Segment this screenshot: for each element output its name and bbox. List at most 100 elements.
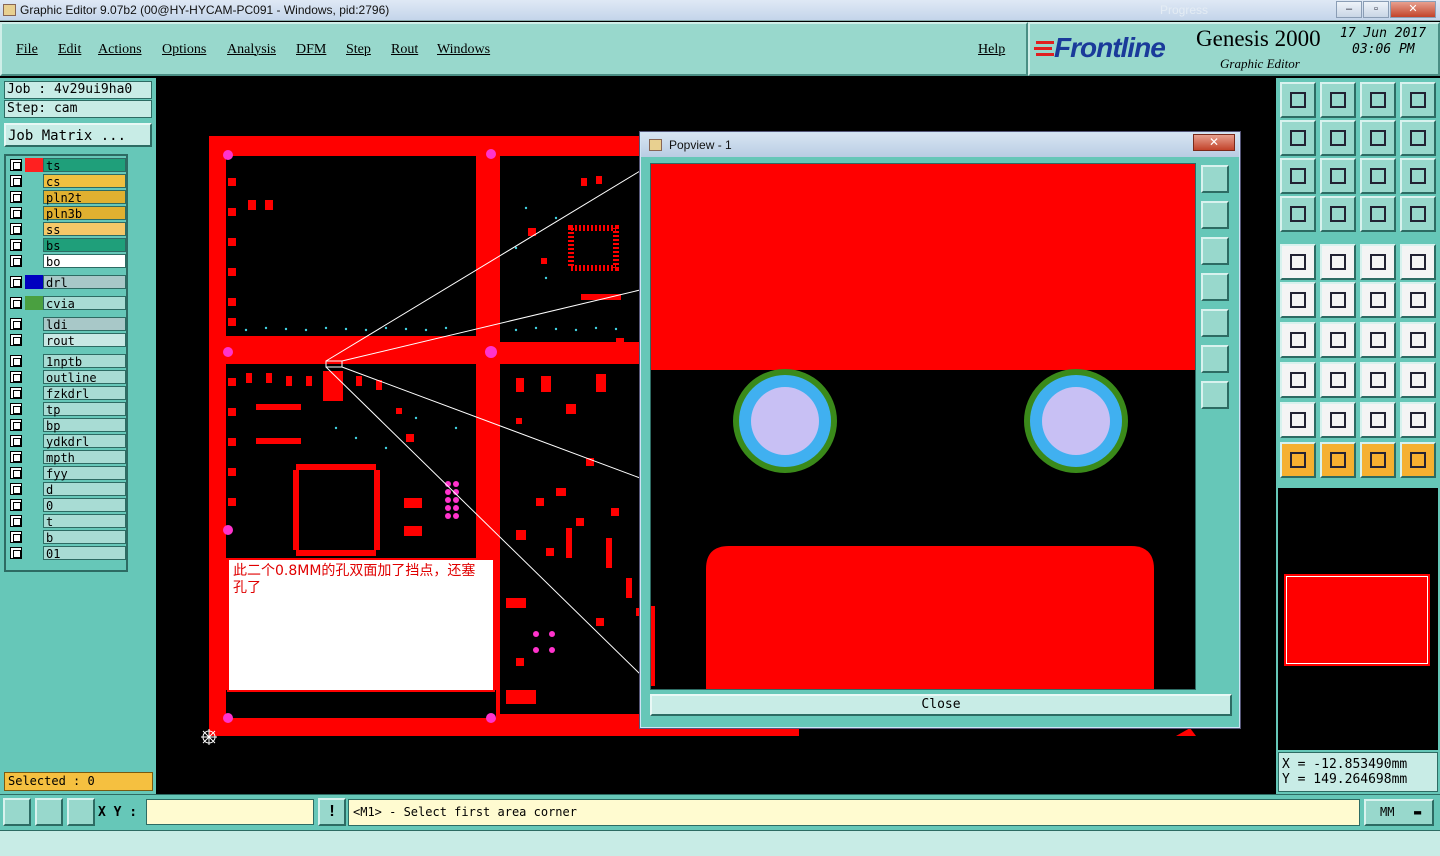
flip-icon[interactable] — [1360, 120, 1396, 156]
layer-row-01[interactable]: 01 — [8, 546, 126, 561]
layer-checkbox[interactable] — [10, 223, 22, 235]
popview-zoom-down-icon[interactable] — [1201, 237, 1229, 265]
ratio-1-2-icon[interactable] — [1360, 158, 1396, 194]
layer-checkbox[interactable] — [10, 467, 22, 479]
flip-h-icon[interactable] — [1320, 362, 1356, 398]
center-icon[interactable] — [1320, 158, 1356, 194]
layer-checkbox[interactable] — [10, 355, 22, 367]
layer-row-pln2t[interactable]: pln2t — [8, 190, 126, 205]
layer-row-ts[interactable]: ts — [8, 158, 126, 173]
menu-file[interactable]: File — [16, 42, 38, 58]
menu-windows[interactable]: Windows — [437, 42, 490, 58]
layer-checkbox[interactable] — [10, 318, 22, 330]
menu-dfm[interactable]: DFM — [296, 42, 326, 58]
pad-tool-icon[interactable] — [1280, 244, 1316, 280]
layer-checkbox[interactable] — [10, 276, 22, 288]
layer-row-0[interactable]: 0 — [8, 498, 126, 513]
angle-icon[interactable] — [1280, 322, 1316, 358]
layer-checkbox[interactable] — [10, 547, 22, 559]
layer-row-rout[interactable]: rout — [8, 333, 126, 348]
help-icon[interactable] — [1400, 158, 1436, 194]
layer-row-fzkdrl[interactable]: fzkdrl — [8, 386, 126, 401]
popview-fit-all-icon[interactable] — [1201, 381, 1229, 409]
menu-rout[interactable]: Rout — [391, 42, 418, 58]
select-icon[interactable] — [1280, 442, 1316, 478]
layer-row-outline[interactable]: outline — [8, 370, 126, 385]
snap-icon[interactable] — [3, 798, 31, 826]
layer-checkbox[interactable] — [10, 371, 22, 383]
layer-row-tp[interactable]: tp — [8, 402, 126, 417]
layer-checkbox[interactable] — [10, 499, 22, 511]
layer-row-bs[interactable]: bs — [8, 238, 126, 253]
layer-checkbox[interactable] — [10, 255, 22, 267]
select-path-icon[interactable] — [1400, 442, 1436, 478]
square-icon[interactable] — [1280, 362, 1316, 398]
window-title-bar[interactable]: Graphic Editor 9.07b2 (00@HY-HYCAM-PC091… — [0, 0, 1440, 21]
layer-row-cs[interactable]: cs — [8, 174, 126, 189]
layer-checkbox[interactable] — [10, 419, 22, 431]
arc-icon[interactable] — [1360, 322, 1396, 358]
layer-row-t[interactable]: t — [8, 514, 126, 529]
minimize-button[interactable]: – — [1336, 1, 1362, 18]
popview-close-x-button[interactable]: ✕ — [1193, 134, 1235, 151]
maximize-button[interactable]: ▫ — [1363, 1, 1389, 18]
select-circle-icon[interactable] — [1360, 442, 1396, 478]
xy-input[interactable] — [146, 799, 314, 825]
layer-row-mpth[interactable]: mpth — [8, 450, 126, 465]
menu-actions[interactable]: Actions — [98, 42, 142, 58]
text-f-icon[interactable] — [1400, 322, 1436, 358]
fit-icon[interactable] — [1280, 158, 1316, 194]
layer-row-cvia[interactable]: cvia — [8, 296, 126, 311]
dot-icon[interactable] — [1400, 244, 1436, 280]
layer-checkbox[interactable] — [10, 159, 22, 171]
a-icon[interactable] — [1360, 402, 1396, 438]
layer-row-drl[interactable]: drl — [8, 275, 126, 290]
zoom-in-icon[interactable] — [1320, 82, 1356, 118]
mini-view[interactable] — [1278, 488, 1438, 750]
window-icon[interactable] — [1400, 82, 1436, 118]
layer-checkbox[interactable] — [10, 403, 22, 415]
layers-tool-icon[interactable] — [1360, 196, 1396, 232]
snap-tool-icon[interactable] — [1280, 196, 1316, 232]
pan-right-icon[interactable] — [1320, 120, 1356, 156]
layer-checkbox[interactable] — [10, 334, 22, 346]
layer-row-bp[interactable]: bp — [8, 418, 126, 433]
layer-checkbox[interactable] — [10, 207, 22, 219]
grid-icon[interactable] — [67, 798, 95, 826]
menu-analysis[interactable]: Analysis — [227, 42, 276, 58]
menu-options[interactable]: Options — [162, 42, 206, 58]
layer-checkbox[interactable] — [10, 451, 22, 463]
node-alt-icon[interactable] — [1400, 282, 1436, 318]
node-icon[interactable] — [1360, 282, 1396, 318]
popview-expand-icon[interactable] — [1201, 345, 1229, 373]
layer-checkbox[interactable] — [10, 483, 22, 495]
select-box-icon[interactable] — [1320, 442, 1356, 478]
layer-checkbox[interactable] — [10, 515, 22, 527]
popview-zoom-up-icon[interactable] — [1201, 201, 1229, 229]
layer-checkbox[interactable] — [10, 297, 22, 309]
layer-checkbox[interactable] — [10, 435, 22, 447]
home-icon[interactable] — [1360, 82, 1396, 118]
layer-checkbox[interactable] — [10, 175, 22, 187]
color-tool-icon[interactable] — [1320, 244, 1356, 280]
popview-pan-left-icon[interactable] — [1201, 273, 1229, 301]
popview-fit-icon[interactable] — [1201, 165, 1229, 193]
layers-alt-icon[interactable] — [1400, 196, 1436, 232]
layer-checkbox[interactable] — [10, 387, 22, 399]
measure-tool-icon[interactable] — [1360, 362, 1396, 398]
layer-row-ydkdrl[interactable]: ydkdrl — [8, 434, 126, 449]
layer-row-bo[interactable]: bo — [8, 254, 126, 269]
measure-icon[interactable] — [35, 798, 63, 826]
step-icon[interactable] — [1400, 120, 1436, 156]
ruler-icon[interactable] — [1360, 244, 1396, 280]
popview-title-bar[interactable]: Popview - 1 — [641, 133, 1239, 157]
menu-help[interactable]: Help — [978, 42, 1005, 58]
alert-icon[interactable]: ! — [318, 798, 346, 826]
layer-row-ldi[interactable]: ldi — [8, 317, 126, 332]
popview-canvas[interactable] — [650, 163, 1196, 690]
pan-left-icon[interactable] — [1280, 120, 1316, 156]
layer-checkbox[interactable] — [10, 239, 22, 251]
job-matrix-button[interactable]: Job Matrix ... — [4, 123, 152, 147]
a-alt-icon[interactable] — [1400, 402, 1436, 438]
triangle-icon[interactable] — [1280, 402, 1316, 438]
